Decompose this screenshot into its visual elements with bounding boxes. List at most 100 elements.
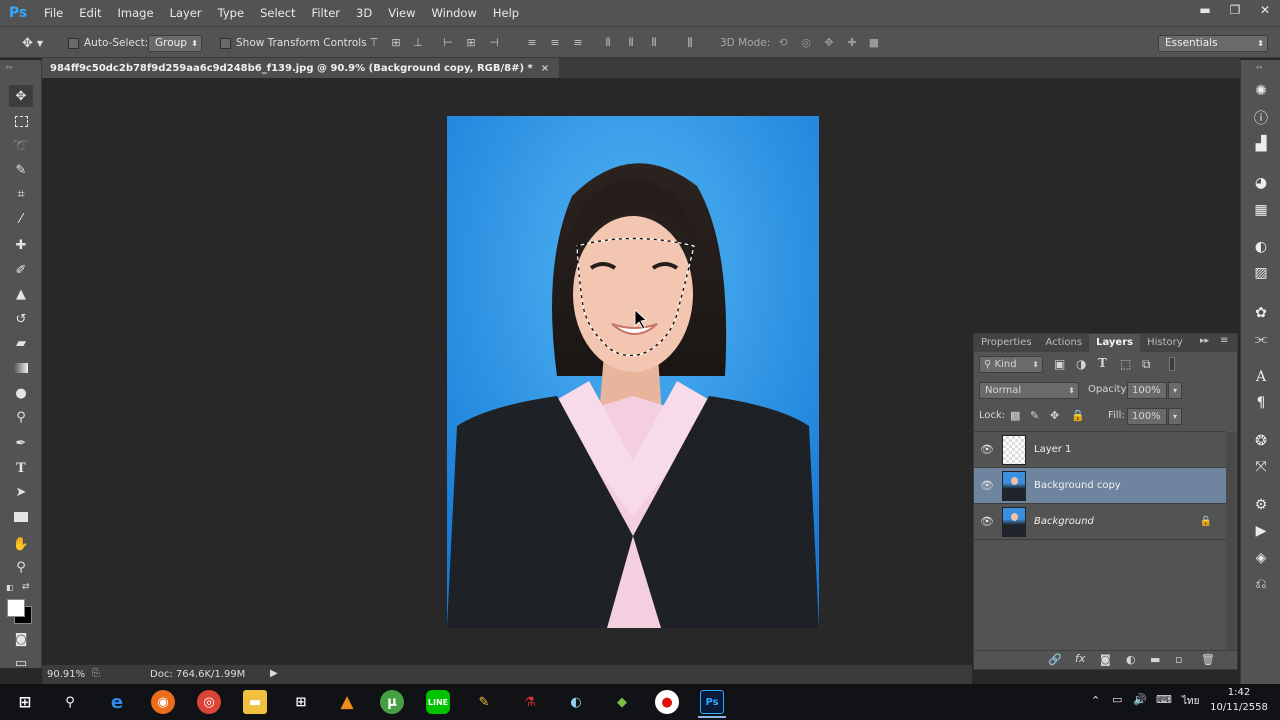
distribute-left-icon[interactable]: ⦀: [600, 36, 616, 50]
close-button[interactable]: ✕: [1250, 0, 1280, 20]
tray-keyboard-icon[interactable]: ⌨: [1156, 693, 1172, 706]
blur-tool-icon[interactable]: ●: [9, 382, 33, 404]
minimize-button[interactable]: ▬: [1190, 0, 1220, 20]
workspace-dropdown[interactable]: Essentials: [1158, 33, 1268, 53]
vlc-icon[interactable]: ▲: [335, 690, 359, 714]
tab-layers[interactable]: Layers: [1089, 334, 1141, 352]
photoshop-taskbar-icon[interactable]: Ps: [700, 690, 724, 714]
new-layer-icon[interactable]: ▫: [1175, 653, 1182, 666]
layers-panel-icon[interactable]: ◈: [1250, 548, 1272, 568]
status-export-icon[interactable]: ⎘: [92, 668, 100, 679]
menu-window[interactable]: Window: [424, 0, 485, 26]
menu-image[interactable]: Image: [110, 0, 162, 26]
add-mask-icon[interactable]: ◙: [1100, 653, 1111, 666]
3d-drag-icon[interactable]: ✥: [821, 36, 837, 50]
3d-roll-icon[interactable]: ◎: [798, 36, 814, 50]
grid-panel-icon[interactable]: ▦: [1250, 200, 1272, 220]
line-app-icon[interactable]: LINE: [426, 690, 450, 714]
panel-collapse-icon[interactable]: ▸▸: [1200, 336, 1209, 346]
paths-panel-icon[interactable]: ⤧: [1250, 457, 1272, 477]
fill-input[interactable]: 100%: [1127, 408, 1167, 425]
filter-adjustment-icon[interactable]: ◑: [1076, 357, 1086, 371]
actions-play-icon[interactable]: ▶: [1250, 521, 1272, 541]
menu-edit[interactable]: Edit: [71, 0, 109, 26]
3d-rotate-icon[interactable]: ⟲: [775, 36, 791, 50]
info-panel-icon[interactable]: ⓘ: [1250, 108, 1272, 128]
distribute-vcenter-icon[interactable]: ≡: [547, 36, 563, 50]
color-panel-icon[interactable]: ✺: [1250, 81, 1272, 101]
eraser-tool-icon[interactable]: ▰: [9, 332, 33, 354]
distribute-top-icon[interactable]: ≡: [524, 36, 540, 50]
menu-view[interactable]: View: [380, 0, 423, 26]
visibility-eye-icon[interactable]: 👁: [974, 515, 1000, 528]
restore-button[interactable]: ❐: [1220, 0, 1250, 20]
styles-panel-icon[interactable]: ▨: [1250, 263, 1272, 283]
lock-position-icon[interactable]: ✥: [1050, 409, 1059, 422]
3d-slide-icon[interactable]: ✚: [844, 36, 860, 50]
dodge-tool-icon[interactable]: ⚲: [9, 406, 33, 428]
gradient-tool-icon[interactable]: [9, 357, 33, 379]
marquee-tool-icon[interactable]: [9, 110, 33, 132]
clock-date[interactable]: 10/11/2558: [1208, 702, 1270, 713]
new-adjustment-layer-icon[interactable]: ◐: [1126, 653, 1136, 666]
auto-align-icon[interactable]: ⫼: [682, 36, 698, 50]
layer-row-layer-1[interactable]: 👁 Layer 1: [974, 432, 1226, 468]
tab-history[interactable]: History: [1140, 334, 1190, 352]
history-panel-icon[interactable]: ⎌: [1250, 574, 1272, 594]
strip-collapse-icon[interactable]: ◂◂: [1255, 63, 1262, 71]
tray-volume-icon[interactable]: 🔊: [1133, 693, 1147, 706]
hand-tool-icon[interactable]: ✋: [9, 533, 33, 555]
distribute-right-icon[interactable]: ⦀: [646, 36, 662, 50]
brush-panel-icon[interactable]: ✿: [1250, 303, 1272, 323]
tab-properties[interactable]: Properties: [974, 334, 1039, 352]
clone-source-panel-icon[interactable]: ⚙: [1250, 495, 1272, 515]
menu-3d[interactable]: 3D: [348, 0, 380, 26]
app-flask-icon[interactable]: ⚗: [518, 690, 542, 714]
auto-select-checkbox[interactable]: Auto-Select:: [68, 33, 148, 53]
layers-scrollbar[interactable]: [1226, 432, 1237, 650]
adjustments-panel-icon[interactable]: ◐: [1250, 237, 1272, 257]
document-tab-close-icon[interactable]: ×: [541, 63, 549, 74]
channels-panel-icon[interactable]: ❂: [1250, 431, 1272, 451]
move-tool-preset-icon[interactable]: ✥ ▼: [22, 33, 43, 53]
align-bottom-icon[interactable]: ⊥: [410, 36, 426, 50]
foreground-color-swatch[interactable]: [7, 599, 25, 617]
chrome-icon[interactable]: ◎: [197, 690, 221, 714]
menu-help[interactable]: Help: [485, 0, 527, 26]
layer-row-background-copy[interactable]: 👁 Background copy: [974, 468, 1226, 504]
show-transform-controls-checkbox[interactable]: Show Transform Controls: [220, 33, 367, 53]
utorrent-icon[interactable]: µ: [380, 690, 404, 714]
history-brush-tool-icon[interactable]: ↺: [9, 308, 33, 330]
move-tool-icon[interactable]: ✥: [9, 85, 33, 107]
input-language[interactable]: ไทย: [1182, 694, 1199, 709]
filter-toggle-icon[interactable]: [1169, 357, 1175, 371]
layer-row-background[interactable]: 👁 Background 🔒: [974, 504, 1226, 540]
lasso-tool-icon[interactable]: ➰: [9, 135, 33, 157]
filter-shape-icon[interactable]: ⬚: [1120, 357, 1131, 371]
windows-start-icon[interactable]: ⊞: [13, 690, 37, 714]
rectangle-tool-icon[interactable]: [9, 506, 33, 528]
align-top-icon[interactable]: ⊤: [366, 36, 382, 50]
document-tab[interactable]: 984ff9c50dc2b78f9d259aa6c9d248b6_f139.jp…: [42, 58, 560, 78]
lock-transparent-icon[interactable]: ▩: [1010, 409, 1020, 422]
distribute-bottom-icon[interactable]: ≡: [570, 36, 586, 50]
paragraph-panel-icon[interactable]: ¶: [1250, 393, 1272, 413]
healing-brush-tool-icon[interactable]: ✚: [9, 234, 33, 256]
filter-smart-object-icon[interactable]: ⧉: [1142, 357, 1151, 372]
layer-style-fx-icon[interactable]: fx: [1075, 652, 1085, 665]
3d-scale-icon[interactable]: ■: [866, 36, 882, 50]
layer-filter-dropdown[interactable]: ⚲ Kind ⬍: [979, 356, 1043, 373]
filter-type-icon[interactable]: T: [1098, 356, 1107, 370]
recorder-app-icon[interactable]: ●: [655, 690, 679, 714]
tray-network-icon[interactable]: ▭: [1112, 693, 1122, 706]
align-hcenter-icon[interactable]: ⊞: [463, 36, 479, 50]
status-menu-arrow-icon[interactable]: ▶: [270, 668, 278, 679]
default-colors-icon[interactable]: ◧: [6, 583, 14, 592]
pen-tool-icon[interactable]: ✒: [9, 432, 33, 454]
histogram-panel-icon[interactable]: ▟: [1250, 134, 1272, 154]
crop-tool-icon[interactable]: ⌗: [9, 183, 33, 205]
zoom-tool-icon[interactable]: ⚲: [9, 556, 33, 578]
app-swirl-icon[interactable]: ◐: [564, 690, 588, 714]
tray-overflow-icon[interactable]: ⌃: [1091, 694, 1100, 707]
blend-mode-dropdown[interactable]: Normal ⬍: [979, 382, 1079, 399]
